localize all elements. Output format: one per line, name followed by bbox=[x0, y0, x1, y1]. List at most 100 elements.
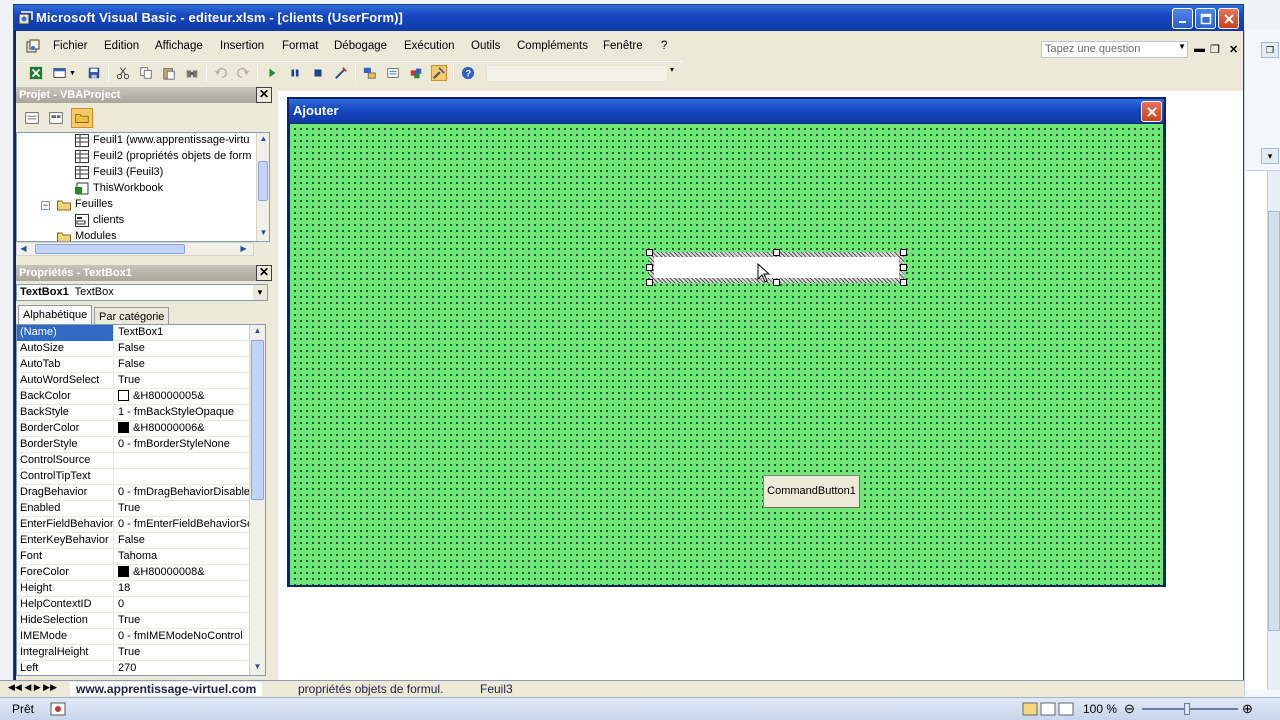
excel-formula-expand-icon[interactable]: ▾ bbox=[1261, 148, 1279, 164]
macro-record-icon[interactable] bbox=[50, 702, 66, 716]
project-tree-vertical-scrollbar[interactable]: ▲ ▼ bbox=[256, 133, 269, 241]
property-row[interactable]: BorderStyle 0 - fmBorderStyleNone bbox=[17, 437, 249, 453]
undo-icon[interactable] bbox=[213, 65, 229, 81]
child-minimize-icon[interactable]: ▬ bbox=[1194, 43, 1205, 55]
project-explorer-icon[interactable] bbox=[362, 65, 378, 81]
menu-insertion[interactable]: Insertion bbox=[220, 40, 264, 52]
property-value[interactable]: False bbox=[115, 341, 249, 357]
property-value[interactable]: 0 - fmDragBehaviorDisable bbox=[115, 485, 249, 501]
properties-pane-close-button[interactable]: ✕ bbox=[256, 265, 272, 281]
close-button[interactable] bbox=[1218, 8, 1239, 29]
property-value[interactable]: 18 bbox=[115, 581, 249, 597]
excel-vertical-scrollbar[interactable] bbox=[1267, 171, 1280, 690]
help-icon[interactable]: ? bbox=[460, 65, 476, 81]
userform-title-bar[interactable]: Ajouter bbox=[289, 99, 1164, 123]
property-value[interactable]: True bbox=[115, 613, 249, 629]
property-row[interactable]: EnterFieldBehavior 0 - fmEnterFieldBehavi… bbox=[17, 517, 249, 533]
scroll-right-icon[interactable]: ▶ bbox=[237, 243, 250, 256]
property-value[interactable]: 0 - fmBorderStyleNone bbox=[115, 437, 249, 453]
property-row[interactable]: IMEMode 0 - fmIMEModeNoControl bbox=[17, 629, 249, 645]
resize-handle-sw[interactable] bbox=[646, 279, 653, 286]
resize-handle-nw[interactable] bbox=[646, 249, 653, 256]
property-value[interactable]: &H80000006& bbox=[115, 421, 249, 437]
property-row[interactable]: AutoWordSelect True bbox=[17, 373, 249, 389]
property-value[interactable]: 0 - fmIMEModeNoControl bbox=[115, 629, 249, 645]
scroll-left-icon[interactable]: ◀ bbox=[17, 243, 30, 256]
userform-body[interactable]: CommandButton1 bbox=[290, 124, 1163, 585]
property-row[interactable]: BorderColor &H80000006& bbox=[17, 421, 249, 437]
menu-format[interactable]: Format bbox=[282, 40, 318, 52]
resize-handle-se[interactable] bbox=[900, 279, 907, 286]
menu-fenetre[interactable]: Fenêtre bbox=[603, 40, 643, 52]
property-value[interactable]: Tahoma bbox=[115, 549, 249, 565]
zoom-slider-thumb[interactable] bbox=[1184, 703, 1190, 715]
property-row[interactable]: HideSelection True bbox=[17, 613, 249, 629]
tab-alphabetique[interactable]: Alphabétique bbox=[18, 305, 93, 324]
textbox1[interactable] bbox=[646, 249, 907, 286]
property-value[interactable]: False bbox=[115, 357, 249, 373]
property-row[interactable]: ControlSource bbox=[17, 453, 249, 469]
view-object-icon[interactable] bbox=[45, 108, 67, 128]
zoom-slider[interactable] bbox=[1142, 708, 1238, 710]
view-code-icon[interactable] bbox=[21, 108, 43, 128]
tree-collapse-icon[interactable]: − bbox=[41, 201, 50, 210]
run-icon[interactable] bbox=[264, 65, 280, 81]
document-icon[interactable] bbox=[26, 39, 40, 53]
zoom-out-icon[interactable]: ⊖ bbox=[1124, 701, 1135, 717]
menu-complements[interactable]: Compléments bbox=[517, 40, 588, 52]
property-value[interactable]: 0 bbox=[115, 597, 249, 613]
resize-handle-s[interactable] bbox=[773, 279, 780, 286]
scroll-up-icon[interactable]: ▲ bbox=[257, 133, 269, 146]
project-pane-close-button[interactable]: ✕ bbox=[256, 87, 272, 103]
insert-userform-icon[interactable] bbox=[52, 65, 68, 81]
properties-window-icon[interactable] bbox=[385, 65, 401, 81]
property-row[interactable]: AutoTab False bbox=[17, 357, 249, 373]
scroll-thumb[interactable] bbox=[251, 340, 264, 500]
tab-nav-arrows-icon[interactable]: ◀◀ ◀ ▶ ▶▶ bbox=[8, 682, 57, 693]
sheet-tab-1[interactable]: www.apprentissage-virtuel.com bbox=[70, 682, 263, 696]
property-row[interactable]: (Name) TextBox1 bbox=[17, 325, 249, 341]
property-row[interactable]: EnterKeyBehavior False bbox=[17, 533, 249, 549]
child-close-icon[interactable]: ✕ bbox=[1229, 43, 1238, 56]
property-value[interactable]: 0 - fmEnterFieldBehaviorSe bbox=[115, 517, 249, 533]
design-mode-icon[interactable] bbox=[333, 65, 349, 81]
resize-handle-w[interactable] bbox=[646, 264, 653, 271]
redo-icon[interactable] bbox=[235, 65, 251, 81]
property-row[interactable]: Left 270 bbox=[17, 661, 249, 675]
property-row[interactable]: DragBehavior 0 - fmDragBehaviorDisable bbox=[17, 485, 249, 501]
menu-edition[interactable]: Edition bbox=[104, 40, 139, 52]
property-row[interactable]: IntegralHeight True bbox=[17, 645, 249, 661]
toolbar-options-icon[interactable]: ▾ bbox=[670, 65, 680, 83]
save-icon[interactable] bbox=[86, 65, 102, 81]
property-row[interactable]: ForeColor &H80000008& bbox=[17, 565, 249, 581]
zoom-in-icon[interactable]: ⊕ bbox=[1242, 701, 1253, 717]
cut-icon[interactable] bbox=[115, 65, 131, 81]
find-icon[interactable] bbox=[184, 65, 200, 81]
scroll-up-icon[interactable]: ▲ bbox=[251, 325, 264, 338]
combo-dropdown-icon[interactable]: ▼ bbox=[253, 285, 267, 300]
object-browser-icon[interactable] bbox=[408, 65, 424, 81]
menu-execution[interactable]: Exécution bbox=[404, 40, 455, 52]
resize-handle-e[interactable] bbox=[900, 264, 907, 271]
menu-fichier[interactable]: Fichier bbox=[53, 40, 88, 52]
help-dropdown-icon[interactable]: ▼ bbox=[1178, 42, 1186, 51]
commandbutton1[interactable]: CommandButton1 bbox=[763, 475, 860, 508]
userform-close-button[interactable] bbox=[1141, 101, 1162, 122]
toolbox-icon[interactable] bbox=[431, 65, 447, 81]
property-row[interactable]: HelpContextID 0 bbox=[17, 597, 249, 613]
property-row[interactable]: AutoSize False bbox=[17, 341, 249, 357]
resize-handle-n[interactable] bbox=[773, 249, 780, 256]
scroll-thumb[interactable] bbox=[258, 161, 268, 201]
property-value[interactable]: True bbox=[115, 645, 249, 661]
menu-affichage[interactable]: Affichage bbox=[155, 40, 203, 52]
property-row[interactable]: Font Tahoma bbox=[17, 549, 249, 565]
property-row[interactable]: BackColor &H80000005& bbox=[17, 389, 249, 405]
sheet-tab-2[interactable]: propriétés objets de formul. bbox=[298, 682, 443, 696]
property-value[interactable]: 270 bbox=[115, 661, 249, 675]
property-value[interactable] bbox=[115, 469, 249, 485]
scroll-down-icon[interactable]: ▼ bbox=[257, 227, 269, 240]
copy-icon[interactable] bbox=[138, 65, 154, 81]
resize-handle-ne[interactable] bbox=[900, 249, 907, 256]
userform-ajouter[interactable]: Ajouter CommandButton1 bbox=[287, 97, 1166, 587]
insert-dropdown-icon[interactable]: ▼ bbox=[69, 70, 76, 77]
